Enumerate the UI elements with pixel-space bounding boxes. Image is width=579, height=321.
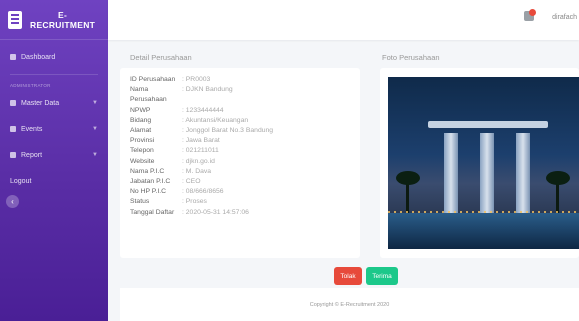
detail-label: No HP P.I.C [130, 188, 167, 196]
detail-value: : djkn.go.id [182, 157, 215, 165]
chevron-left-icon: ‹ [11, 197, 14, 206]
detail-value: : M. Dava [182, 167, 212, 175]
sidebar-item-label: Dashboard [21, 53, 56, 61]
detail-title: Detail Perusahaan [130, 53, 192, 62]
sidebar-item-label: Report [21, 151, 43, 159]
sidebar: E- RECRUITMENT Dashboard ADMINISTRATOR M… [0, 0, 108, 321]
detail-label: Alamat [130, 127, 152, 135]
user-icon [10, 100, 16, 106]
sidebar-item-report[interactable]: Report ▼ [0, 142, 108, 168]
sidebar-toggle-button[interactable]: ‹ [6, 195, 19, 208]
photo-card [380, 68, 579, 258]
photo-title: Foto Perusahaan [382, 53, 440, 62]
detail-row: Tanggal Daftar : 2020-05-31 14:57:06 [120, 208, 360, 218]
brand-top: E- [58, 9, 68, 20]
detail-row: Nama Perusahaan : DJKN Bandung [120, 85, 360, 105]
brand[interactable]: E- RECRUITMENT [0, 0, 108, 40]
chevron-down-icon: ▼ [92, 152, 98, 158]
detail-row: Jabatan P.I.C : CEO [120, 177, 360, 187]
detail-row: Telepon : 021211011 [120, 146, 360, 156]
detail-value: : CEO [182, 178, 201, 186]
detail-row: Alamat : Jonggol Barat No.3 Bandung [120, 126, 360, 136]
detail-label: Tanggal Daftar [130, 208, 175, 216]
detail-label: Status [130, 198, 150, 206]
detail-value: : Akuntansi/Keuangan [182, 116, 249, 124]
topbar: dirafach [108, 0, 579, 40]
detail-row: Website : djkn.go.id [120, 157, 360, 167]
sidebar-item-logout[interactable]: Logout [0, 168, 108, 194]
username[interactable]: dirafach [552, 14, 577, 21]
detail-label: Telepon [130, 147, 154, 155]
detail-value: : 08/666/8656 [182, 188, 224, 196]
dashboard-icon [10, 54, 16, 60]
detail-label: NPWP [130, 106, 151, 114]
chevron-down-icon: ▼ [92, 100, 98, 106]
detail-value: : PR0003 [182, 76, 211, 83]
detail-row: Status : Proses [120, 197, 360, 207]
detail-label: Nama Perusahaan [130, 86, 167, 104]
detail-value: : Jawa Barat [182, 137, 220, 145]
detail-row: Nama P.I.C : M. Dava [120, 167, 360, 177]
detail-row: NPWP : 1233444444 [120, 106, 360, 116]
detail-card: ID Perusahaan : PR0003 Nama Perusahaan : DJ… [120, 68, 360, 258]
detail-row: Provinsi : Jawa Barat [120, 136, 360, 146]
sidebar-item-events[interactable]: Events ▼ [0, 116, 108, 142]
brand-name: RECRUITMENT [30, 19, 96, 30]
detail-row: No HP P.I.C : 08/666/8656 [120, 187, 360, 197]
detail-value: : 2020-05-31 14:57:06 [182, 208, 249, 216]
detail-label: Jabatan P.I.C [130, 178, 171, 186]
accept-button[interactable]: Terima [366, 267, 398, 285]
detail-value: : 021211011 [182, 147, 219, 155]
sidebar-item-dashboard[interactable]: Dashboard [0, 44, 108, 70]
company-photo [388, 77, 579, 249]
detail-value: : Jonggol Barat No.3 Bandung [182, 127, 274, 135]
chevron-down-icon: ▼ [92, 126, 98, 132]
detail-label: Provinsi [130, 137, 155, 145]
detail-value: : Proses [182, 198, 207, 206]
detail-row: Bidang : Akuntansi/Keuangan [120, 116, 360, 126]
sidebar-item-label: Master Data [21, 99, 60, 107]
detail-label: Bidang [130, 116, 152, 124]
reject-button[interactable]: Tolak [334, 267, 362, 285]
section-label: ADMINISTRATOR [10, 83, 51, 88]
detail-value: : 1233444444 [182, 106, 224, 114]
footer-copyright: Copyright © E-Recruitment 2020 [120, 288, 579, 321]
detail-value: : DJKN Bandung [182, 86, 233, 94]
building-icon [8, 10, 22, 29]
notification-badge [529, 9, 536, 16]
detail-label: ID Perusahaan [130, 76, 176, 83]
sidebar-item-label: Logout [10, 177, 32, 185]
detail-label: Nama P.I.C [130, 167, 165, 175]
divider [10, 74, 98, 75]
report-icon [10, 152, 16, 158]
calendar-icon [10, 126, 16, 132]
sidebar-item-master-data[interactable]: Master Data ▼ [0, 90, 108, 116]
detail-row: ID Perusahaan : PR0003 [120, 75, 360, 85]
sidebar-item-label: Events [21, 125, 43, 133]
detail-label: Website [130, 157, 155, 165]
detail-list: ID Perusahaan : PR0003 Nama Perusahaan : DJ… [120, 68, 360, 218]
